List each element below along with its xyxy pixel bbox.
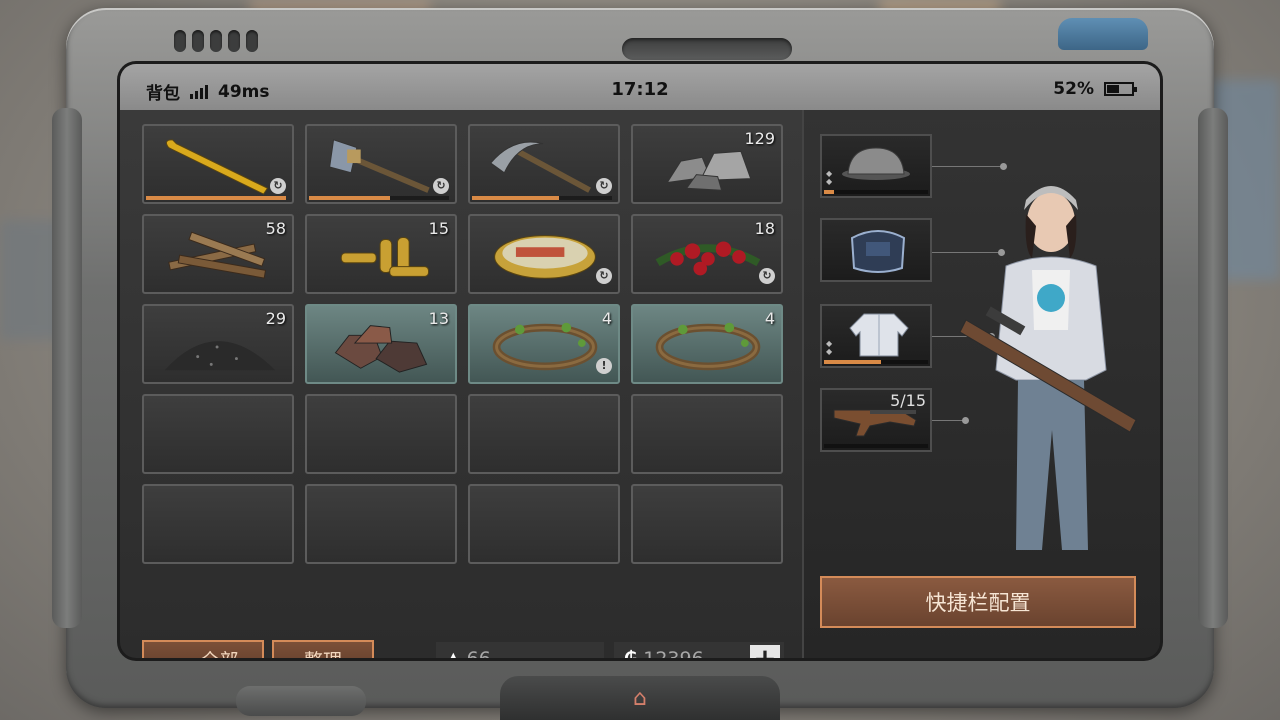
item-count: 29 <box>265 309 286 328</box>
back-button[interactable] <box>236 686 366 716</box>
speaker-vent <box>174 30 258 52</box>
chevron-up-icon: ︽ <box>167 646 186 659</box>
battery-icon <box>1104 82 1137 96</box>
gunpowder-icon <box>164 341 276 371</box>
alert-icon[interactable]: ! <box>596 358 612 374</box>
filter-all-button[interactable]: ︽ 全部 <box>142 640 264 658</box>
sort-button[interactable]: 整理 <box>272 640 374 658</box>
jacket-icon <box>849 313 909 357</box>
inventory-slot-empty[interactable] <box>142 484 294 564</box>
crowbar-icon <box>165 139 269 195</box>
clock: 17:12 <box>611 79 669 100</box>
equip-slot-backpack[interactable] <box>820 218 932 282</box>
inventory-slot-stones[interactable]: 129 <box>631 124 783 204</box>
equip-slot-weapon[interactable]: 5/15 <box>820 388 932 452</box>
inventory-slot-empty[interactable] <box>631 484 783 564</box>
vine-wreath-icon <box>655 322 761 371</box>
inventory-slot-empty[interactable] <box>631 394 783 474</box>
durability-bar <box>309 196 449 200</box>
item-count: 4 <box>601 309 612 328</box>
inventory-slot-gunpowder[interactable]: 29 <box>142 304 294 384</box>
inventory-slot-empty[interactable] <box>468 394 620 474</box>
ammo-count: 5/15 <box>890 391 926 410</box>
filter-all-label: 全部 <box>201 646 239 659</box>
inventory-slot-empty[interactable] <box>305 484 457 564</box>
inventory-slot-vine-wreath[interactable]: 4 <box>631 304 783 384</box>
weight-display: ▲ 66 <box>436 642 604 658</box>
device-corner-button[interactable] <box>1058 18 1148 50</box>
stone-axe-icon <box>329 139 430 193</box>
helmet-icon <box>842 147 910 180</box>
gold-value: 12396 <box>643 648 703 658</box>
rank-stars: ◆ ◆ <box>826 339 833 356</box>
durability-bar <box>472 196 612 200</box>
connector-line <box>932 163 1007 170</box>
item-count: 129 <box>744 129 775 148</box>
inventory-grid: ↻ ↻ ↻ 129 58 15 ↻ 18 ↻ 29 13 4! 4 <box>142 124 783 564</box>
inventory-slot-empty[interactable] <box>142 394 294 474</box>
recycle-icon[interactable]: ↻ <box>433 178 449 194</box>
item-count: 18 <box>754 219 775 238</box>
weight-icon: ▲ <box>446 648 461 658</box>
inventory-slot-berries[interactable]: 18 ↻ <box>631 214 783 294</box>
item-count: 13 <box>428 309 449 328</box>
durability-bar <box>824 190 928 194</box>
inventory-slot-wood-logs[interactable]: 58 <box>142 214 294 294</box>
equip-slot-jacket[interactable]: ◆ ◆ <box>820 304 932 368</box>
gold-display: ₲ 12396 + <box>614 642 784 658</box>
device-notch <box>622 38 792 60</box>
inventory-slot-sardine-can[interactable]: ↻ <box>468 214 620 294</box>
hotbar-config-button[interactable]: 快捷栏配置 <box>820 576 1136 628</box>
sardine-can-icon <box>494 235 596 279</box>
battery-percent: 52% <box>1053 79 1094 99</box>
equipment-panel: ◆ ◆ ◆ ◆ 5/15 快捷栏配置 <box>802 110 1160 658</box>
item-count: 58 <box>265 219 286 238</box>
add-gold-button[interactable]: + <box>750 645 780 658</box>
sort-label: 整理 <box>304 646 342 659</box>
wood-logs-icon <box>168 231 267 279</box>
right-handle <box>1198 108 1228 628</box>
item-count: 4 <box>764 309 775 328</box>
left-handle <box>52 108 82 628</box>
gold-icon: ₲ <box>624 648 637 658</box>
inventory-slot-empty[interactable] <box>305 394 457 474</box>
durability-bar <box>824 360 928 364</box>
recycle-icon[interactable]: ↻ <box>759 268 775 284</box>
inventory-slot-bullets[interactable]: 15 <box>305 214 457 294</box>
inventory-slot-copper-ore[interactable]: 13 <box>305 304 457 384</box>
bullets-icon <box>340 237 429 277</box>
item-count: 15 <box>428 219 449 238</box>
phone-screen: 背包 49ms 17:12 52% ↻ ↻ ↻ 129 58 15 ↻ 18 ↻ 29 13 4! 4 … <box>120 64 1160 658</box>
durability-bar <box>824 444 928 448</box>
equip-slot-helmet[interactable]: ◆ ◆ <box>820 134 932 198</box>
recycle-icon[interactable]: ↻ <box>596 178 612 194</box>
inventory-panel: ↻↻↻1295815↻18↻29134!4 ︽ 全部 整理 ▲ 66 ₲ 123… <box>120 110 802 658</box>
inventory-slot-pickaxe[interactable]: ↻ <box>468 124 620 204</box>
player-character <box>959 186 1137 550</box>
berries-icon <box>655 241 761 276</box>
copper-ore-icon <box>334 325 428 373</box>
inventory-slot-empty[interactable] <box>468 484 620 564</box>
home-button[interactable]: ⌂ <box>500 676 780 720</box>
rank-stars: ◆ ◆ <box>826 169 833 186</box>
inventory-slot-vine-wreath[interactable]: 4! <box>468 304 620 384</box>
durability-bar <box>146 196 286 200</box>
recycle-icon[interactable]: ↻ <box>270 178 286 194</box>
home-icon: ⌂ <box>633 685 647 711</box>
inventory-slot-stone-axe[interactable]: ↻ <box>305 124 457 204</box>
weight-value: 66 <box>467 648 491 658</box>
backpack-icon <box>850 230 906 273</box>
recycle-icon[interactable]: ↻ <box>596 268 612 284</box>
status-bar: 背包 49ms 17:12 52% <box>120 64 1160 110</box>
pickaxe-icon <box>490 141 591 193</box>
vine-wreath-icon <box>492 322 598 371</box>
inventory-slot-crowbar[interactable]: ↻ <box>142 124 294 204</box>
